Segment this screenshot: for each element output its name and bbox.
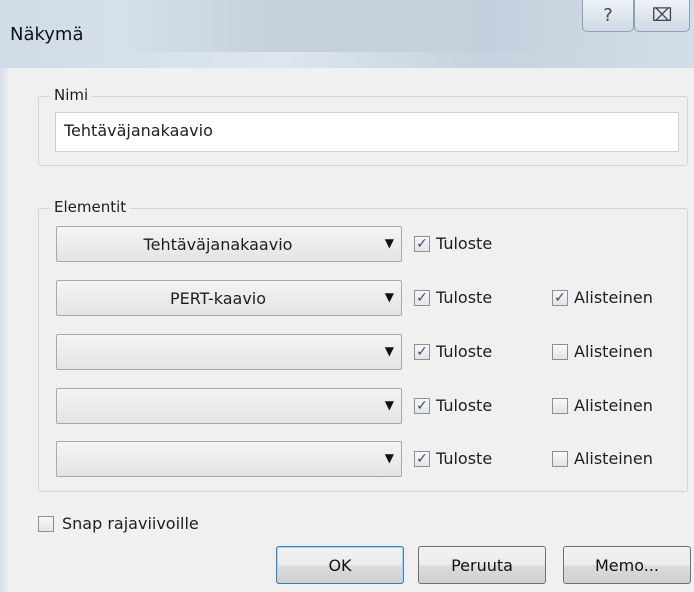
snap-label: Snap rajaviivoille bbox=[62, 514, 199, 533]
help-icon: ? bbox=[603, 5, 613, 26]
tuloste-checkbox[interactable]: ✓ bbox=[414, 344, 430, 360]
snap-checkbox[interactable] bbox=[38, 516, 54, 532]
checkmark-icon: ✓ bbox=[416, 236, 428, 252]
alisteinen-checkbox[interactable]: ✓ bbox=[552, 290, 568, 306]
checkmark-icon: ✓ bbox=[416, 344, 428, 360]
tuloste-label: Tuloste bbox=[436, 234, 493, 253]
title-bar-background bbox=[120, 0, 590, 52]
alisteinen-checkbox[interactable] bbox=[552, 344, 568, 360]
checkmark-icon: ✓ bbox=[554, 290, 566, 306]
help-button[interactable]: ? bbox=[582, 0, 634, 32]
memo-button-label: Memo... bbox=[595, 555, 659, 575]
tuloste-label: Tuloste bbox=[436, 396, 493, 415]
element-dropdown-value: Tehtäväjanakaavio bbox=[143, 235, 293, 254]
elements-group-legend: Elementit bbox=[50, 198, 131, 216]
alisteinen-label: Alisteinen bbox=[574, 342, 653, 361]
title-bar[interactable]: Näkymä ? ⌧ bbox=[0, 0, 694, 68]
chevron-down-icon: ▼ bbox=[384, 451, 394, 465]
alisteinen-checkbox[interactable] bbox=[552, 398, 568, 414]
tuloste-label: Tuloste bbox=[436, 342, 493, 361]
alisteinen-label: Alisteinen bbox=[574, 396, 653, 415]
window-title: Näkymä bbox=[10, 24, 84, 45]
checkmark-icon: ✓ bbox=[416, 398, 428, 414]
checkmark-icon: ✓ bbox=[416, 290, 428, 306]
tuloste-checkbox[interactable]: ✓ bbox=[414, 451, 430, 467]
chevron-down-icon: ▼ bbox=[384, 290, 394, 304]
tuloste-label: Tuloste bbox=[436, 288, 493, 307]
element-dropdown[interactable]: ▼ bbox=[56, 334, 402, 370]
tuloste-checkbox[interactable]: ✓ bbox=[414, 290, 430, 306]
name-input[interactable]: Tehtäväjanakaavio bbox=[55, 112, 679, 152]
window-border bbox=[0, 68, 8, 592]
chevron-down-icon: ▼ bbox=[384, 236, 394, 250]
tuloste-checkbox[interactable]: ✓ bbox=[414, 236, 430, 252]
element-dropdown-value: PERT-kaavio bbox=[169, 289, 267, 308]
alisteinen-checkbox[interactable] bbox=[552, 451, 568, 467]
checkmark-icon: ✓ bbox=[416, 451, 428, 467]
tuloste-label: Tuloste bbox=[436, 449, 493, 468]
chevron-down-icon: ▼ bbox=[384, 398, 394, 412]
memo-button[interactable]: Memo... bbox=[563, 546, 691, 584]
element-dropdown[interactable]: ▼ bbox=[56, 441, 402, 477]
tuloste-checkbox[interactable]: ✓ bbox=[414, 398, 430, 414]
ok-button[interactable]: OK bbox=[276, 546, 404, 584]
close-icon: ⌧ bbox=[651, 5, 673, 26]
chevron-down-icon: ▼ bbox=[384, 344, 394, 358]
cancel-button[interactable]: Peruuta bbox=[418, 546, 546, 584]
element-dropdown[interactable]: Tehtäväjanakaavio ▼ bbox=[56, 226, 402, 262]
alisteinen-label: Alisteinen bbox=[574, 288, 653, 307]
cancel-button-label: Peruuta bbox=[451, 555, 513, 575]
element-dropdown[interactable]: PERT-kaavio ▼ bbox=[56, 280, 402, 316]
name-group-legend: Nimi bbox=[50, 86, 93, 104]
alisteinen-label: Alisteinen bbox=[574, 449, 653, 468]
close-button[interactable]: ⌧ bbox=[634, 0, 690, 32]
element-dropdown[interactable]: ▼ bbox=[56, 388, 402, 424]
ok-button-label: OK bbox=[328, 555, 352, 575]
